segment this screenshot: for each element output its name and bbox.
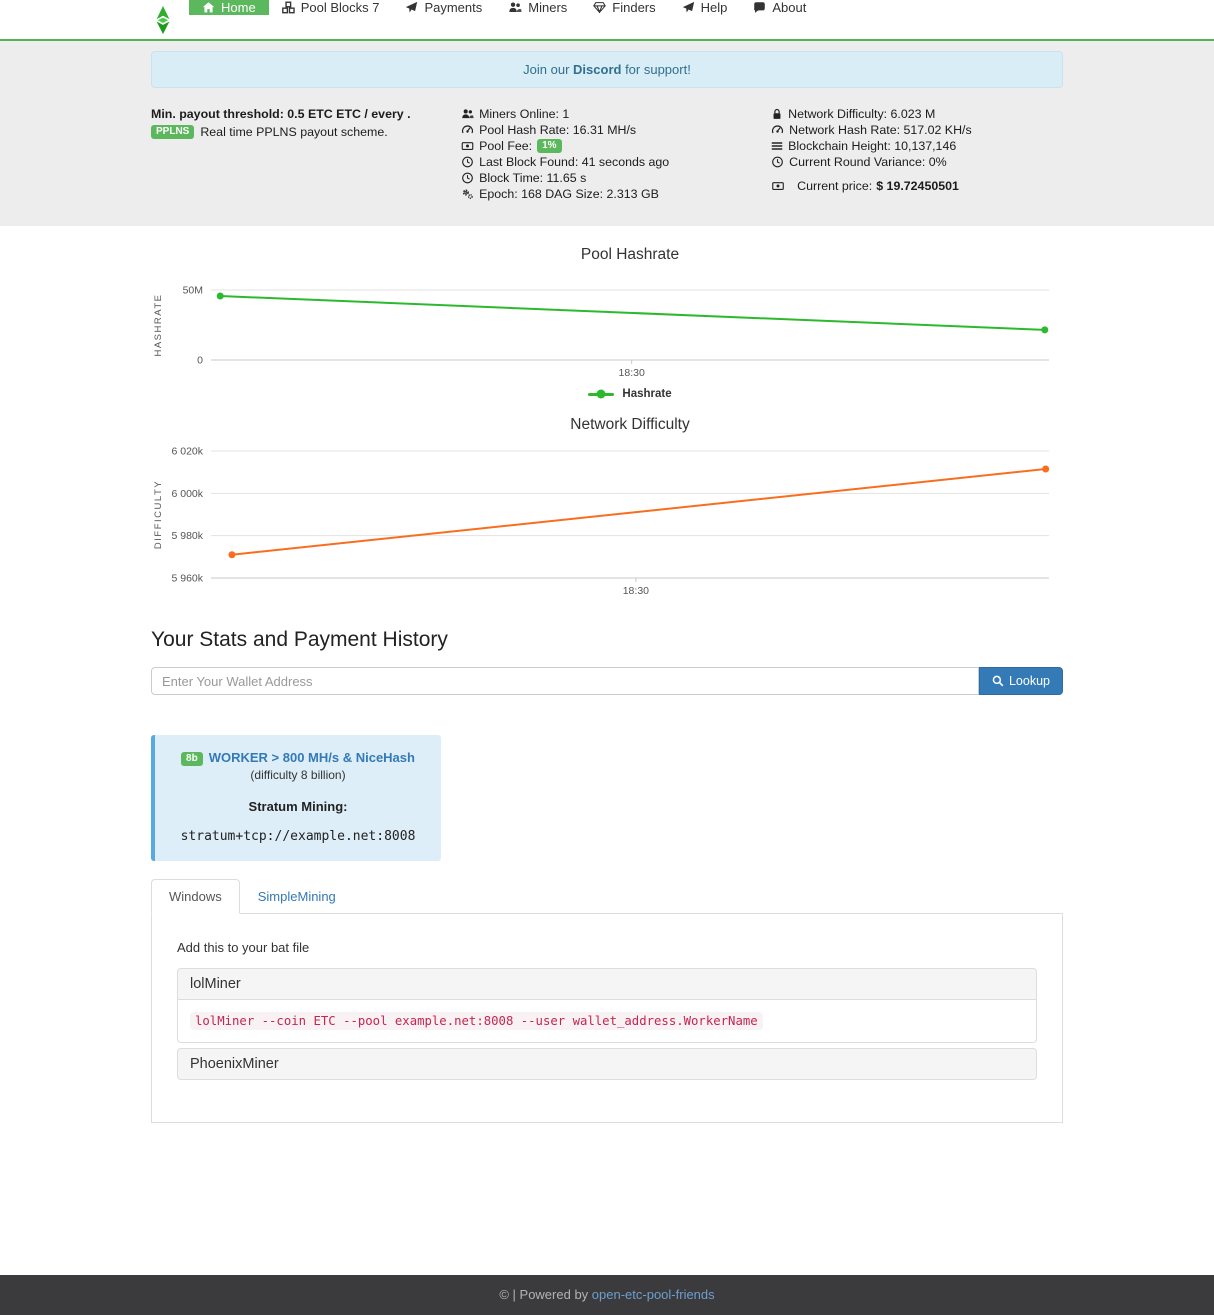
svg-text:DIFFICULTY: DIFFICULTY — [153, 480, 164, 549]
footer-link[interactable]: open-etc-pool-friends — [592, 1287, 715, 1302]
hashrate-legend: Hashrate — [211, 388, 1049, 400]
svg-text:6 000k: 6 000k — [171, 488, 203, 500]
hero-section: Join our Discord for support! Min. payou… — [0, 41, 1214, 226]
wallet-address-input[interactable] — [151, 667, 979, 695]
paper-plane-icon — [405, 1, 418, 14]
tab-windows[interactable]: Windows — [151, 879, 240, 914]
nav-item-home[interactable]: Home — [189, 0, 269, 15]
discord-link[interactable]: Discord — [573, 62, 621, 77]
last-block-found: Last Block Found: 41 seconds ago — [461, 154, 771, 170]
brand-logo[interactable] — [151, 0, 189, 39]
nav-menu: Home Pool Blocks 7 Payments Miners Finde… — [189, 0, 819, 39]
stats-column-network: Network Difficulty: 6.023 M Network Hash… — [771, 106, 1063, 202]
nav-item-payments[interactable]: Payments — [392, 0, 495, 15]
tachometer-icon — [771, 124, 784, 136]
search-icon — [992, 675, 1004, 687]
price-value: $ 19.72450501 — [876, 178, 959, 194]
pool-hashrate-chart: 0 50M 18:30 HASHRATE — [151, 272, 1063, 382]
users-icon — [461, 108, 474, 120]
svg-text:5 980k: 5 980k — [171, 530, 203, 542]
os-tabs: Windows SimpleMining — [151, 879, 1063, 914]
nav-item-about[interactable]: About — [740, 0, 819, 15]
difficulty-badge: 8b — [181, 752, 203, 766]
stats-column-pool: Miners Online: 1 Pool Hash Rate: 16.31 M… — [461, 106, 771, 202]
network-hash-rate: Network Hash Rate: 517.02 KH/s — [771, 122, 1063, 138]
svg-text:5 960k: 5 960k — [171, 573, 203, 585]
gears-icon — [461, 188, 474, 200]
svg-text:18:30: 18:30 — [619, 367, 645, 379]
pool-fee: Pool Fee: 1% — [461, 138, 771, 154]
current-price: Current price: $ 19.72450501 — [771, 178, 1063, 194]
svg-text:HASHRATE: HASHRATE — [153, 293, 164, 356]
money-icon — [771, 180, 785, 192]
etc-logo-icon — [153, 5, 173, 35]
worker-title: 8bWORKER > 800 MH/s & NiceHash — [165, 750, 431, 766]
payout-scheme: PPLNS Real time PPLNS payout scheme. — [151, 125, 461, 139]
payout-threshold: Min. payout threshold: 0.5 ETC ETC / eve… — [151, 106, 461, 122]
svg-text:6 020k: 6 020k — [171, 446, 203, 458]
cubes-icon — [282, 1, 295, 14]
lolminer-command: lolMiner --coin ETC --pool example.net:8… — [190, 1012, 763, 1030]
bottom-spacer — [0, 1123, 1214, 1275]
pool-hashrate-chart-block: Pool Hashrate 0 50M 18:30 HASHRATE Hashrate — [151, 246, 1063, 400]
pool-stats: Min. payout threshold: 0.5 ETC ETC / eve… — [151, 106, 1063, 202]
bat-file-panel: Add this to your bat file lolMiner lolMi… — [151, 913, 1063, 1123]
stats-heading: Your Stats and Payment History — [151, 628, 1063, 652]
users-icon — [508, 1, 522, 14]
svg-text:0: 0 — [197, 355, 203, 367]
lock-icon — [771, 108, 783, 120]
hashrate-legend-label: Hashrate — [622, 388, 671, 400]
stratum-label: Stratum Mining: — [165, 799, 431, 814]
accordion-phoenixminer[interactable]: PhoenixMiner — [177, 1048, 1037, 1080]
blockchain-height: Blockchain Height: 10,137,146 — [771, 138, 1063, 154]
nav-item-miners[interactable]: Miners — [495, 0, 580, 15]
block-time: Block Time: 11.65 s — [461, 170, 771, 186]
worker-subtitle: (difficulty 8 billion) — [165, 768, 431, 782]
stratum-url: stratum+tcp://example.net:8008 — [165, 829, 431, 844]
pplns-badge: PPLNS — [151, 125, 194, 139]
hashrate-legend-marker — [588, 390, 614, 399]
page-footer: © | Powered by open-etc-pool-friends — [0, 1275, 1214, 1315]
clock-icon — [461, 172, 474, 184]
pool-hash-rate: Pool Hash Rate: 16.31 MH/s — [461, 122, 771, 138]
gem-icon — [593, 1, 606, 14]
svg-text:50M: 50M — [183, 285, 203, 297]
svg-text:18:30: 18:30 — [623, 585, 649, 597]
current-round-variance: Current Round Variance: 0% — [771, 154, 1063, 170]
discord-banner: Join our Discord for support! — [151, 51, 1063, 88]
pool-hashrate-title: Pool Hashrate — [211, 246, 1049, 264]
stats-column-payout: Min. payout threshold: 0.5 ETC ETC / eve… — [151, 106, 461, 202]
nav-item-help[interactable]: Help — [669, 0, 741, 15]
bars-icon — [771, 140, 783, 152]
home-icon — [202, 1, 215, 14]
network-difficulty-chart: 5 960k 5 980k 6 000k 6 020k 18:30 DIFFICULTY — [151, 442, 1063, 600]
nav-item-finders[interactable]: Finders — [580, 0, 668, 15]
nicehash-info-box: 8bWORKER > 800 MH/s & NiceHash (difficul… — [151, 735, 441, 861]
clock-icon — [771, 156, 784, 168]
network-difficulty-title: Network Difficulty — [211, 416, 1049, 434]
accordion-lolminer[interactable]: lolMiner — [177, 968, 1037, 1000]
tachometer-icon — [461, 124, 474, 136]
clock-icon — [461, 156, 474, 168]
network-difficulty: Network Difficulty: 6.023 M — [771, 106, 1063, 122]
wallet-lookup-group: Lookup — [151, 667, 1063, 695]
epoch-dag-size: Epoch: 168 DAG Size: 2.313 GB — [461, 186, 771, 202]
network-difficulty-chart-block: Network Difficulty 5 960k 5 980k 6 000k 6 0… — [151, 416, 1063, 600]
comment-icon — [753, 1, 766, 14]
lookup-button[interactable]: Lookup — [979, 667, 1063, 695]
pool-fee-badge: 1% — [537, 139, 561, 153]
top-navbar: Home Pool Blocks 7 Payments Miners Finde… — [0, 0, 1214, 41]
paper-plane-icon — [682, 1, 695, 14]
money-icon — [461, 140, 474, 152]
miners-online: Miners Online: 1 — [461, 106, 771, 122]
tab-simplemining[interactable]: SimpleMining — [240, 879, 354, 914]
lolminer-body: lolMiner --coin ETC --pool example.net:8… — [177, 1000, 1037, 1043]
nav-item-pool-blocks[interactable]: Pool Blocks 7 — [269, 0, 393, 15]
bat-file-intro: Add this to your bat file — [177, 940, 1037, 955]
